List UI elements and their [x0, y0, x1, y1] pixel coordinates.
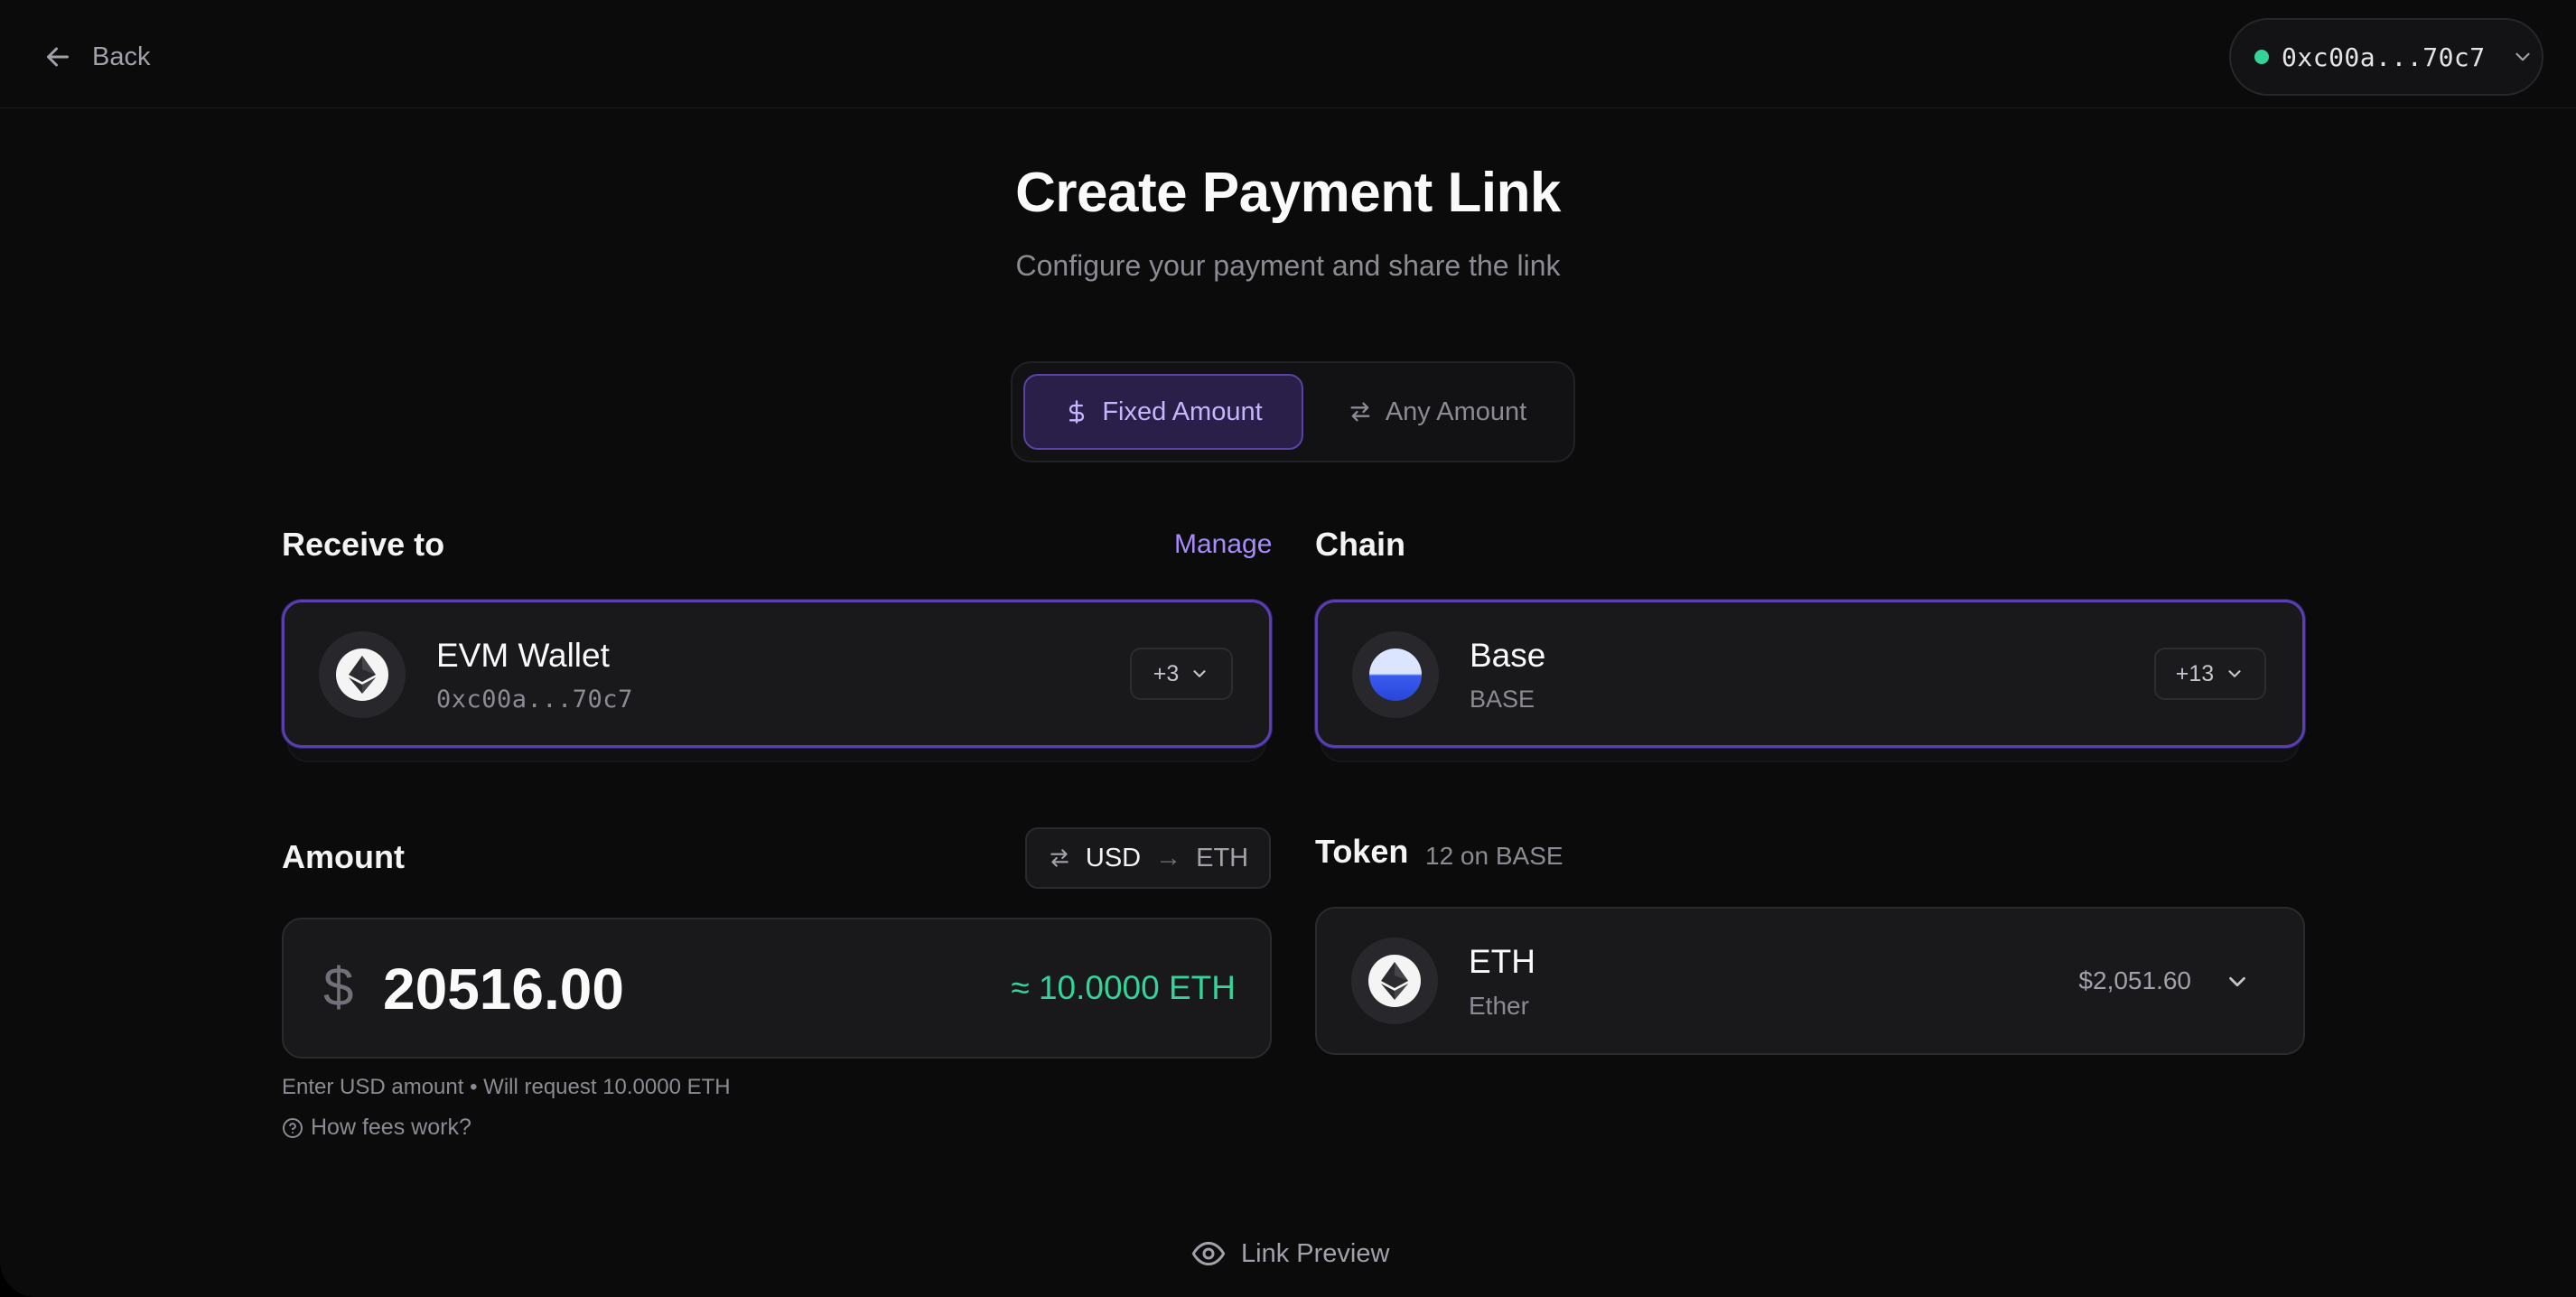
back-label: Back: [92, 42, 151, 71]
wallet-address: 0xc00a...70c7: [2282, 42, 2486, 72]
chevron-down-icon: [1193, 670, 1206, 677]
ethereum-icon: [336, 648, 388, 701]
amount-input[interactable]: [383, 948, 925, 1030]
chevron-down-icon: [2515, 52, 2530, 61]
more-chains-button[interactable]: +13: [2154, 648, 2266, 700]
currency-to: ETH: [1196, 843, 1249, 872]
how-fees-work-link[interactable]: How fees work?: [282, 1115, 471, 1141]
arrow-left-icon: [47, 47, 69, 67]
wallet-menu-button[interactable]: 0xc00a...70c7: [2229, 18, 2543, 96]
more-wallets-button[interactable]: +3: [1130, 648, 1233, 700]
fixed-amount-label: Fixed Amount: [1102, 397, 1263, 426]
chain-select[interactable]: Base BASE +13: [1315, 600, 2305, 748]
more-chains-count: +13: [2175, 660, 2215, 686]
link-preview-button[interactable]: Link Preview: [1190, 1232, 1389, 1275]
token-icon-circle: [1351, 938, 1438, 1024]
chain-code: BASE: [1470, 686, 1535, 713]
chevron-down-icon: [2229, 976, 2245, 987]
token-symbol: ETH: [1469, 943, 1535, 980]
currency-toggle-button[interactable]: USD → ETH: [1025, 827, 1271, 889]
connected-status-dot: [2254, 50, 2269, 64]
swap-arrows-icon: [1050, 849, 1069, 867]
chain-icon-circle: [1352, 631, 1439, 718]
token-name: Ether: [1469, 992, 1529, 1020]
top-bar: Back 0xc00a...70c7: [0, 0, 2576, 108]
dollar-icon: [1069, 400, 1085, 424]
ethereum-icon: [1368, 955, 1421, 1007]
token-label: Token: [1315, 833, 1409, 870]
chevron-down-icon: [2228, 670, 2241, 677]
receive-to-label: Receive to: [282, 526, 445, 563]
chain-label: Chain: [1315, 526, 1406, 563]
currency-symbol: $: [323, 956, 354, 1017]
amount-input-box: $ ≈ 10.0000 ETH: [282, 918, 1272, 1059]
any-amount-label: Any Amount: [1385, 397, 1527, 426]
wallet-name: EVM Wallet: [436, 637, 610, 674]
chain-name: Base: [1470, 637, 1546, 674]
eye-icon: [1191, 1241, 1226, 1266]
currency-from: USD: [1085, 843, 1142, 872]
converted-amount: ≈ 10.0000 ETH: [1011, 969, 1236, 1006]
token-count: 12 on BASE: [1425, 842, 1563, 870]
app-frame: Back 0xc00a...70c7 Create Payment Link C…: [0, 0, 2576, 1297]
help-circle-icon: [283, 1117, 303, 1138]
chain-stack: Base BASE +13: [1315, 600, 2305, 780]
page-subtitle: Configure your payment and share the lin…: [1015, 249, 1561, 282]
currency-arrow: →: [1155, 843, 1182, 872]
swap-arrows-icon: [1350, 402, 1370, 422]
manage-wallets-link[interactable]: Manage: [1174, 529, 1272, 560]
page-title: Create Payment Link: [1015, 162, 1561, 224]
back-button[interactable]: Back: [42, 34, 150, 79]
fees-link-label: How fees work?: [311, 1115, 471, 1140]
token-select[interactable]: ETH Ether $2,051.60: [1315, 907, 2305, 1055]
receive-wallet-select[interactable]: EVM Wallet 0xc00a...70c7 +3: [282, 600, 1272, 748]
wallet-icon-circle: [319, 631, 406, 718]
amount-helper-text: Enter USD amount • Will request 10.0000 …: [282, 1075, 731, 1099]
fixed-amount-tab[interactable]: Fixed Amount: [1023, 374, 1303, 450]
base-chain-icon: [1369, 648, 1422, 701]
more-wallets-count: +3: [1153, 660, 1180, 686]
link-preview-label: Link Preview: [1241, 1238, 1390, 1268]
any-amount-tab[interactable]: Any Amount: [1311, 374, 1563, 450]
amount-label: Amount: [282, 838, 405, 875]
token-price: $2,051.60: [2078, 966, 2191, 994]
amount-mode-toggle: Fixed Amount Any Amount: [1011, 361, 1575, 462]
wallet-address-short: 0xc00a...70c7: [436, 686, 633, 714]
receive-wallet-stack: EVM Wallet 0xc00a...70c7 +3: [282, 600, 1272, 780]
